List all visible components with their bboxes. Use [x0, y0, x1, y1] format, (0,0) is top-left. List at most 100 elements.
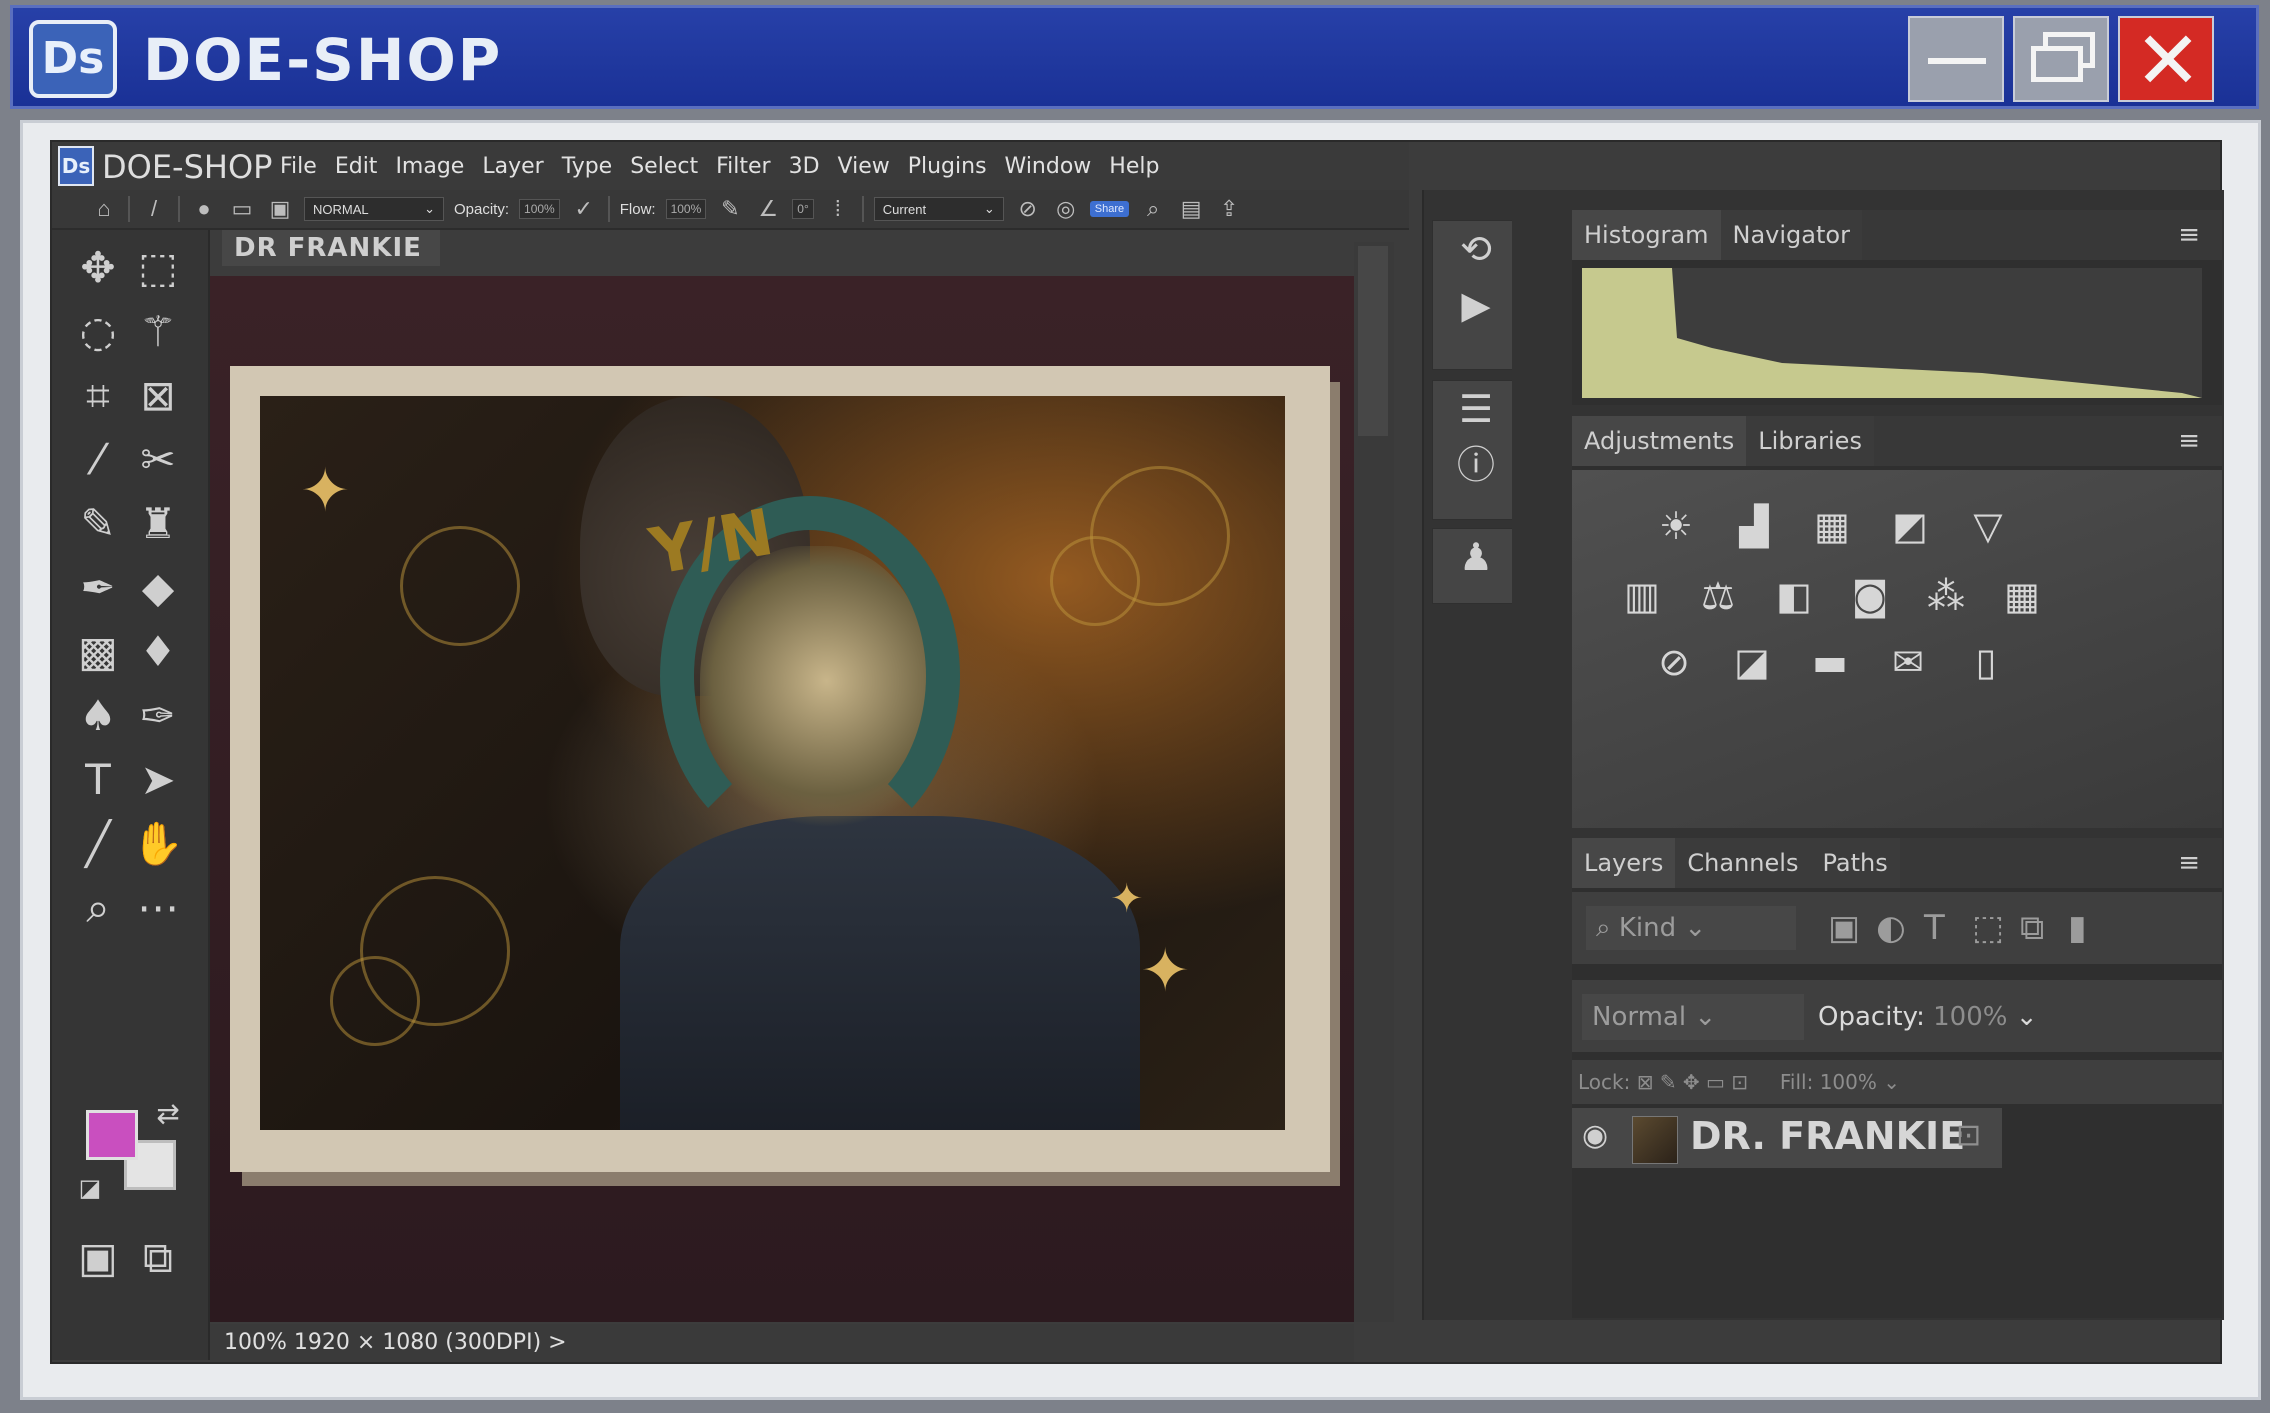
- search-icon[interactable]: ⌕: [1139, 196, 1167, 222]
- selective-color-icon[interactable]: ✉: [1882, 636, 1934, 688]
- gradient-tool-icon[interactable]: ▩: [70, 624, 126, 680]
- brush-preset-icon[interactable]: /: [140, 196, 168, 222]
- blur-tool-icon[interactable]: ♦: [130, 624, 186, 680]
- workspace-icon[interactable]: ▤: [1177, 196, 1205, 222]
- color-balance-icon[interactable]: ⚖: [1692, 570, 1744, 622]
- airbrush-icon[interactable]: ✎: [716, 196, 744, 222]
- angle-input[interactable]: 0°: [792, 199, 814, 219]
- brush-tool-icon[interactable]: ✎: [70, 496, 126, 552]
- hand-tool-icon[interactable]: ✋: [130, 816, 186, 872]
- folder-icon[interactable]: ▭: [228, 196, 256, 222]
- menu-3d[interactable]: 3D: [789, 154, 820, 179]
- brush-size-icon[interactable]: ●: [190, 196, 218, 222]
- dodge-tool-icon[interactable]: ♠: [70, 688, 126, 744]
- layer-kind-select[interactable]: ⌕ Kind ⌄: [1586, 906, 1796, 950]
- menu-type[interactable]: Type: [562, 154, 613, 179]
- curves-icon[interactable]: ▦: [1806, 500, 1858, 552]
- tab-adjustments[interactable]: Adjustments: [1572, 416, 1747, 466]
- maximize-button[interactable]: [2013, 16, 2109, 102]
- channel-mixer-icon[interactable]: ⁂: [1920, 570, 1972, 622]
- more-tools-icon[interactable]: ⋯: [130, 880, 186, 936]
- exposure-icon[interactable]: ◩: [1884, 500, 1936, 552]
- color-lookup-icon[interactable]: ▦: [1996, 570, 2048, 622]
- tab-paths[interactable]: Paths: [1810, 838, 1900, 888]
- adjustment-filter-icon[interactable]: ◐: [1876, 908, 1906, 948]
- filter-toggle-icon[interactable]: ▮: [2068, 908, 2087, 948]
- gradient-map-icon[interactable]: ▯: [1960, 636, 2012, 688]
- history-brush-tool-icon[interactable]: ✒: [70, 560, 126, 616]
- sample-select[interactable]: Current ⌄: [873, 197, 1004, 221]
- eraser-tool-icon[interactable]: ◆: [130, 560, 186, 616]
- minimize-button[interactable]: [1908, 16, 2004, 102]
- properties-sliders-icon[interactable]: ☰: [1433, 381, 1519, 437]
- history-icon[interactable]: ⟲: [1433, 221, 1519, 277]
- type-tool-icon[interactable]: T: [70, 752, 126, 808]
- marquee-tool-icon[interactable]: ⬚: [130, 240, 186, 296]
- info-icon[interactable]: ⓘ: [1433, 437, 1519, 493]
- tab-histogram[interactable]: Histogram: [1572, 210, 1721, 260]
- ignore-adjustments-icon[interactable]: ⊘: [1014, 196, 1042, 222]
- type-filter-icon[interactable]: T: [1924, 908, 1945, 948]
- photo-filter-icon[interactable]: ◙: [1844, 570, 1896, 622]
- zoom-level[interactable]: 100%: [224, 1330, 287, 1355]
- menu-layer[interactable]: Layer: [482, 154, 543, 179]
- menu-image[interactable]: Image: [395, 154, 464, 179]
- tab-channels[interactable]: Channels: [1675, 838, 1811, 888]
- hue-saturation-icon[interactable]: ▥: [1616, 570, 1668, 622]
- angle-icon[interactable]: ∠: [754, 196, 782, 222]
- menu-edit[interactable]: Edit: [335, 154, 378, 179]
- foreground-color-swatch[interactable]: [86, 1110, 138, 1160]
- posterize-icon[interactable]: ◪: [1726, 636, 1778, 688]
- menu-help[interactable]: Help: [1109, 154, 1159, 179]
- pixel-filter-icon[interactable]: ▣: [1828, 908, 1860, 948]
- export-icon[interactable]: ⇪: [1215, 196, 1243, 222]
- blend-mode-select[interactable]: NORMAL ⌄: [304, 197, 444, 221]
- brightness-icon[interactable]: ☀: [1650, 500, 1702, 552]
- menu-file[interactable]: File: [280, 154, 317, 179]
- frame-tool-icon[interactable]: ⊠: [130, 368, 186, 424]
- tab-layers[interactable]: Layers: [1572, 838, 1676, 888]
- black-white-icon[interactable]: ◧: [1768, 570, 1820, 622]
- threshold-icon[interactable]: ▬: [1804, 636, 1856, 688]
- eyedropper-tool-icon[interactable]: ⁄: [70, 432, 126, 488]
- fill-value[interactable]: 100%: [1820, 1070, 1877, 1094]
- panel-menu-icon[interactable]: ≡: [2178, 848, 2200, 878]
- zoom-tool-icon[interactable]: ⌕: [70, 880, 126, 936]
- vibrance-icon[interactable]: ▽: [1962, 500, 2014, 552]
- stamp-tool-icon[interactable]: ♜: [130, 496, 186, 552]
- pressure-opacity-icon[interactable]: ✓: [570, 196, 598, 222]
- smart-object-filter-icon[interactable]: ⧉: [2020, 908, 2044, 948]
- menu-filter[interactable]: Filter: [716, 154, 770, 179]
- move-tool-icon[interactable]: ✥: [70, 240, 126, 296]
- levels-icon[interactable]: ▟: [1728, 500, 1780, 552]
- opacity-input[interactable]: 100%: [519, 199, 560, 219]
- menu-window[interactable]: Window: [1005, 154, 1092, 179]
- pressure-size-icon[interactable]: ◎: [1052, 196, 1080, 222]
- layer-row[interactable]: ◉ DR. FRANKIE ⊡: [1572, 1108, 2002, 1168]
- clone-source-icon[interactable]: ♟: [1433, 529, 1519, 585]
- menu-plugins[interactable]: Plugins: [908, 154, 987, 179]
- screen-mode-icon[interactable]: ⧉: [130, 1230, 186, 1286]
- path-selection-tool-icon[interactable]: ➤: [130, 752, 186, 808]
- swap-colors-icon[interactable]: ⇄: [140, 1086, 196, 1142]
- lasso-tool-icon[interactable]: ◌: [70, 304, 126, 360]
- share-button[interactable]: Share: [1089, 201, 1130, 217]
- line-tool-icon[interactable]: ╱: [70, 816, 126, 872]
- visibility-eye-icon[interactable]: ◉: [1582, 1118, 1608, 1153]
- close-button[interactable]: ✕: [2118, 16, 2214, 104]
- pen-tool-icon[interactable]: ✑: [130, 688, 186, 744]
- scrollbar-thumb[interactable]: [1358, 246, 1388, 436]
- healing-brush-tool-icon[interactable]: ✂: [130, 432, 186, 488]
- tab-navigator[interactable]: Navigator: [1720, 210, 1862, 260]
- layer-opacity-value[interactable]: 100%: [1933, 1002, 2007, 1032]
- default-colors-icon[interactable]: ◪: [62, 1160, 118, 1216]
- menu-view[interactable]: View: [838, 154, 890, 179]
- layer-blend-select[interactable]: Normal ⌄: [1582, 994, 1804, 1040]
- home-icon[interactable]: ⌂: [90, 196, 118, 222]
- actions-play-icon[interactable]: ▶: [1433, 277, 1519, 333]
- lock-icons[interactable]: ⊠ ✎ ✥ ▭ ⊡: [1637, 1070, 1748, 1094]
- magic-wand-tool-icon[interactable]: ⚚: [130, 304, 186, 360]
- quick-mask-icon[interactable]: ▣: [70, 1230, 126, 1286]
- flow-input[interactable]: 100%: [665, 199, 707, 219]
- shape-filter-icon[interactable]: ⬚: [1972, 908, 2004, 948]
